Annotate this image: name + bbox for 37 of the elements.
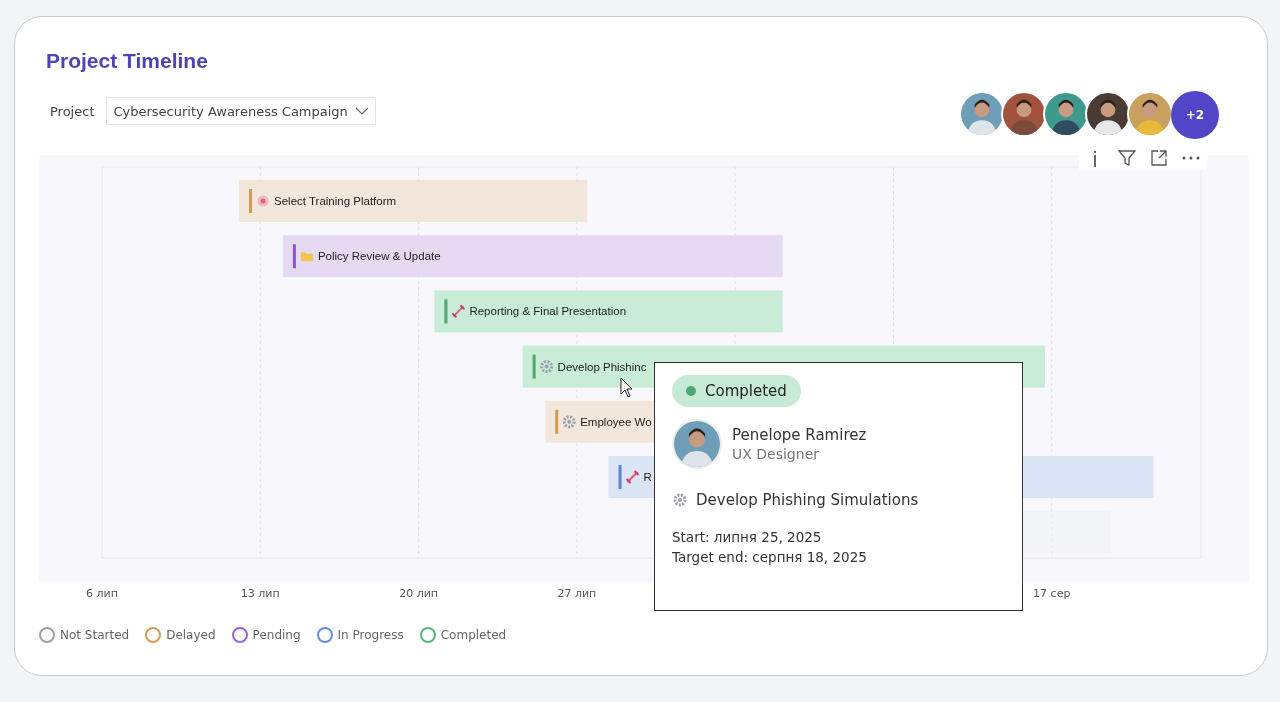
task-label: Select Training Platform [274,195,397,207]
person-name: Penelope Ramirez [732,426,867,444]
task-label: Reporting & Final Presentation [469,305,627,318]
task-label: Employee Wo [580,415,652,428]
page-title: Project Timeline [46,49,209,73]
axis-tick-label: 6 лип [86,587,118,600]
axis-tick-label: 17 сер [1033,587,1071,600]
cursor-icon [620,377,634,398]
axis-tick-label: 20 лип [399,587,438,600]
legend-label: Completed [440,628,507,642]
status-dot-icon [686,386,696,396]
task-label: R [643,471,652,483]
task-bar[interactable] [434,290,783,333]
start-date: Start: липня 25, 2025 [672,529,823,545]
task-label: Policy Review & Update [317,250,441,263]
more-members-badge[interactable]: +2 [1171,91,1219,139]
axis-tick-label: 13 лип [240,587,280,600]
gear-icon [672,492,688,508]
legend-label: Not Started [60,628,130,642]
gear-icon [540,360,554,374]
status-text: Completed [705,382,787,400]
gear-icon [562,415,576,429]
expand-icon[interactable] [1149,148,1169,168]
project-dropdown[interactable]: Cybersecurity Awareness Campaign [106,97,377,125]
target-end-date: Target end: серпня 18, 2025 [672,549,868,565]
filter-icon[interactable] [1117,148,1137,168]
axis-tick-label: 27 лип [557,587,597,600]
legend-label: Pending [252,628,301,642]
flower-icon [257,195,269,207]
caret-icon [355,107,370,115]
project-label: Project [50,103,95,119]
person-role: UX Designer [732,446,820,462]
task-name: Develop Phishing Simulations [696,491,919,509]
legend-label: In Progress [337,628,404,642]
folder-icon [300,252,313,262]
legend-label: Delayed [166,628,216,642]
task-label: Develop Phishinc [557,360,647,373]
